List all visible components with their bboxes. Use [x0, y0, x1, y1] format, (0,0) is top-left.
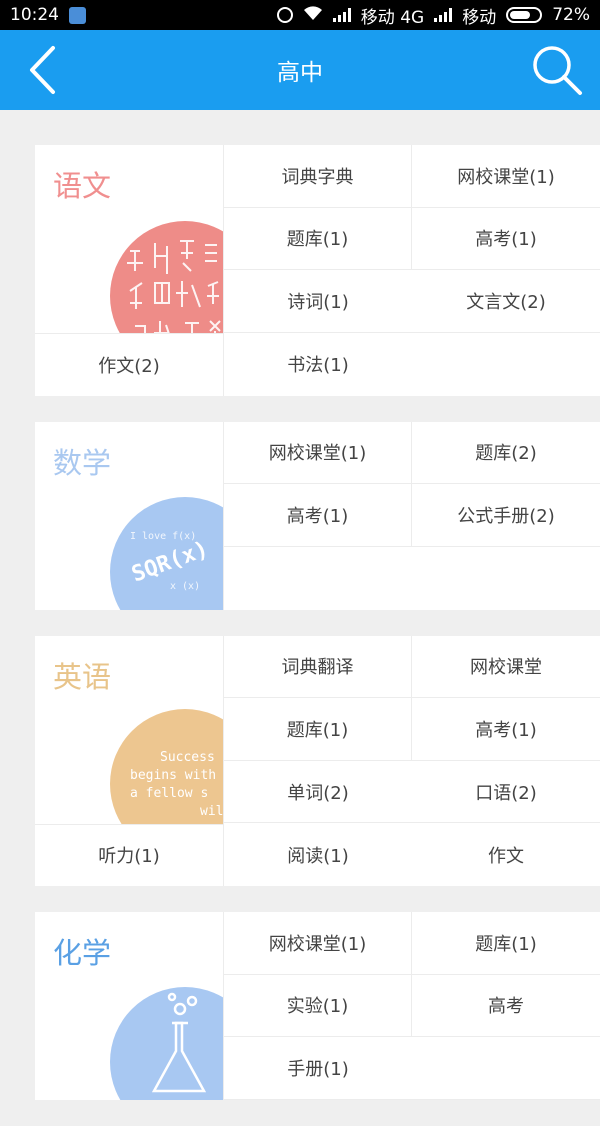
subject-header-chinese[interactable]: 语文 [35, 145, 224, 333]
math-deco-text: SQR(x) [128, 536, 211, 587]
battery-percent: 72% [552, 5, 590, 25]
subject-item[interactable]: 题库(2) [412, 422, 600, 484]
subject-item[interactable]: 网校课堂(1) [412, 145, 600, 208]
subject-item[interactable]: 网校课堂(1) [224, 421, 412, 484]
chemistry-flask-graphic [110, 987, 223, 1100]
subject-card-english: 英语 Success begins with a fellow s will 词… [35, 635, 600, 887]
carrier-2: 移动 [462, 7, 497, 28]
subject-item[interactable]: 口语(2) [412, 761, 600, 824]
subject-item[interactable]: 作文(2) [35, 333, 224, 396]
subject-item[interactable]: 词典翻译 [224, 635, 412, 698]
subject-item[interactable]: 听力(1) [35, 823, 224, 886]
battery-icon [506, 7, 543, 23]
subject-header-math[interactable]: 数学 I love f(x) SQR(x) x (x) [35, 421, 224, 610]
subject-item[interactable]: 高考(1) [412, 698, 600, 761]
subject-item[interactable]: 题库(1) [412, 912, 600, 975]
alarm-icon [276, 7, 293, 23]
subject-title: 化学 [53, 936, 112, 970]
chinese-calligraphy-graphic [110, 221, 223, 333]
subject-item[interactable]: 网校课堂 [412, 636, 600, 698]
status-bar: 10:24 移动 4G 移动 72% [0, 0, 600, 30]
subject-title: 数学 [53, 445, 112, 480]
subject-item[interactable]: 高考(1) [412, 208, 600, 271]
wifi-icon [303, 5, 323, 26]
subject-card-math: 数学 I love f(x) SQR(x) x (x) 网校课堂(1) 题库(2… [35, 421, 600, 610]
search-button[interactable] [529, 42, 585, 98]
subject-item[interactable]: 诗词(1) [224, 270, 412, 333]
search-icon [533, 46, 582, 95]
english-deco-line: begins with [130, 768, 216, 783]
subject-item[interactable]: 阅读(1) [224, 824, 412, 887]
math-formula-graphic: I love f(x) SQR(x) x (x) [110, 496, 223, 610]
nav-bar: 高中 [0, 30, 600, 110]
subject-header-english[interactable]: 英语 Success begins with a fellow s will [35, 635, 224, 824]
status-time: 10:24 [10, 5, 59, 25]
english-deco-line: a fellow s [130, 786, 208, 801]
english-deco-line: will [200, 804, 224, 819]
page-title: 高中 [277, 60, 323, 86]
subject-card-chemistry: 化学 网校课堂(1) 题库(1) 实验(1) 高考 手册(1) [35, 912, 600, 1100]
signal-icon-2 [434, 8, 453, 22]
svg-text:I love f(x): I love f(x) [130, 531, 196, 542]
subject-card-chinese: 语文 词典字典 网校课堂(1) 题库(1) 高考(1) 诗词(1) 文言文(2)… [35, 145, 600, 396]
subject-item[interactable]: 题库(1) [224, 698, 412, 761]
svg-text:x (x): x (x) [170, 581, 200, 592]
subject-item[interactable]: 词典字典 [224, 145, 412, 208]
subject-item-empty [224, 547, 412, 610]
subject-list: 语文 词典字典 网校课堂(1) 题库(1) 高考(1) 诗词(1) 文言文(2)… [35, 145, 600, 1126]
subject-item-empty [412, 333, 600, 396]
subject-title: 语文 [53, 169, 112, 203]
subject-item[interactable]: 公式手册(2) [412, 484, 600, 547]
subject-item[interactable]: 题库(1) [224, 207, 412, 271]
wifi-app-icon [69, 6, 86, 24]
subject-item[interactable]: 实验(1) [224, 974, 412, 1038]
english-deco-line: Success [160, 750, 215, 765]
subject-title: 英语 [53, 659, 112, 694]
subject-item[interactable]: 书法(1) [224, 333, 412, 396]
subject-item[interactable]: 作文 [412, 824, 600, 887]
subject-item-empty [412, 1037, 600, 1100]
carrier-1: 移动 4G [360, 7, 425, 28]
subject-item[interactable]: 网校课堂(1) [224, 912, 412, 975]
subject-item[interactable]: 高考 [412, 975, 600, 1038]
subject-item[interactable]: 单词(2) [224, 761, 412, 824]
subject-header-chemistry[interactable]: 化学 [35, 912, 224, 1100]
subject-item-empty [412, 547, 600, 610]
subject-item[interactable]: 文言文(2) [412, 270, 600, 333]
subject-item[interactable]: 高考(1) [224, 484, 412, 547]
subject-item[interactable]: 手册(1) [224, 1037, 412, 1100]
english-quote-graphic: Success begins with a fellow s will [110, 708, 224, 824]
signal-icon [332, 8, 351, 22]
